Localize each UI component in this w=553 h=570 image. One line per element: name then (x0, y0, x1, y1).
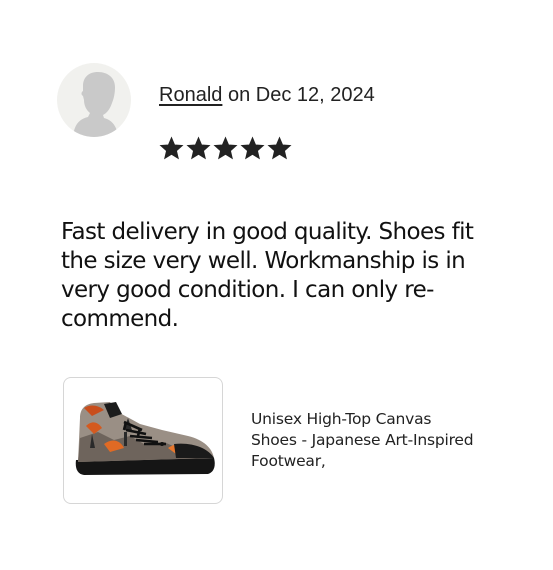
reviewer-avatar (57, 63, 131, 137)
review-text: Fast delivery in good quality. Shoes fit… (61, 219, 474, 332)
star-icon (159, 136, 184, 160)
star-icon (240, 136, 265, 160)
review-meta: Ronald on Dec 12, 2024 (159, 84, 375, 107)
star-rating (159, 136, 292, 161)
review-date: Dec 12, 2024 (255, 84, 375, 106)
product-thumbnail[interactable] (63, 377, 223, 504)
star-icon (213, 136, 238, 160)
star-icon (267, 136, 292, 160)
date-prefix: on (222, 84, 256, 106)
reviewer-name-link[interactable]: Ronald (159, 84, 222, 106)
product-title-link[interactable]: Unisex High-Top Canvas Shoes - Japanese … (251, 409, 511, 472)
star-icon (186, 136, 211, 160)
default-user-silhouette-icon (73, 72, 118, 137)
high-top-sneaker-image (75, 402, 215, 475)
